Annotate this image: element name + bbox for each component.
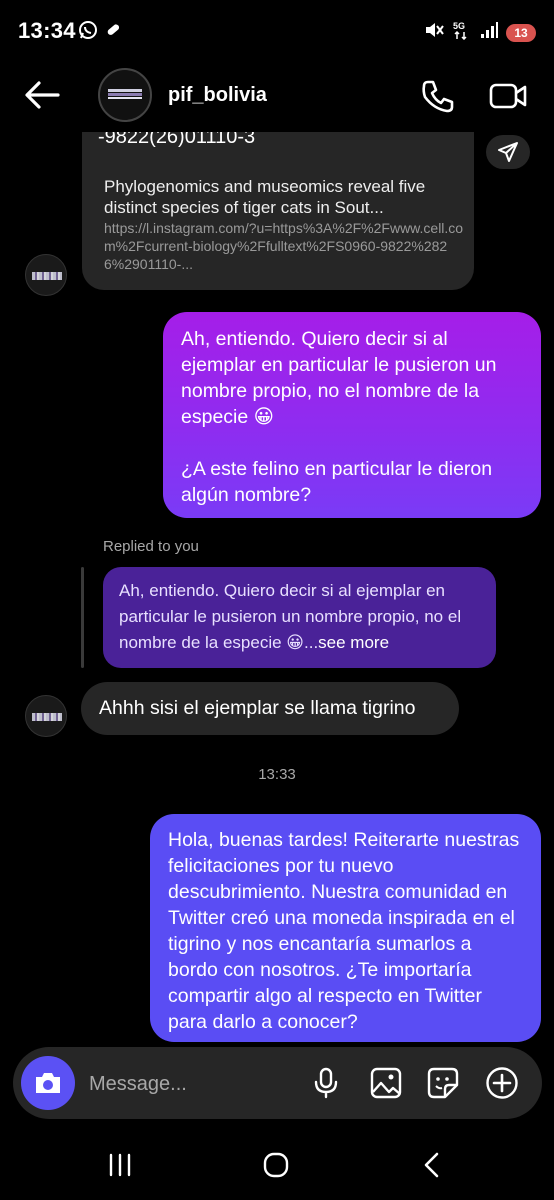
- message-text: ¿A este felino en particular le dieron a…: [181, 458, 493, 506]
- camera-icon: [36, 1073, 60, 1093]
- link-code-text: -9822(26)01110-3: [98, 132, 256, 148]
- recent-apps-button[interactable]: [100, 1148, 140, 1182]
- profile-picture: [108, 89, 142, 99]
- reply-indicator-bar: [81, 567, 84, 668]
- avatar[interactable]: [25, 695, 67, 737]
- reply-quote[interactable]: Ah, entiendo. Quiero decir si al ejempla…: [103, 567, 496, 668]
- chevron-left-icon: [424, 1152, 439, 1178]
- mute-icon: [424, 21, 444, 44]
- phone-icon: [422, 80, 454, 113]
- message-text: Ah, entiendo. Quiero decir si al ejempla…: [181, 328, 497, 428]
- status-time: 13:34: [18, 18, 76, 43]
- message-input[interactable]: [87, 1067, 291, 1101]
- video-call-button[interactable]: [488, 78, 528, 114]
- gallery-button[interactable]: [369, 1066, 403, 1100]
- back-arrow-icon: [25, 81, 60, 109]
- replied-label: Replied to you: [103, 538, 199, 555]
- chat-header: pif_bolivia: [0, 62, 554, 132]
- battery-indicator: 13: [506, 23, 536, 42]
- add-button[interactable]: [485, 1066, 519, 1100]
- outgoing-message[interactable]: Hola, buenas tardes! Reiterarte nuestras…: [150, 814, 541, 1042]
- timestamp: 13:33: [258, 766, 296, 783]
- add-icon: [486, 1067, 518, 1099]
- avatar-image: [32, 272, 62, 280]
- notification-icon: [104, 21, 122, 44]
- microphone-button[interactable]: [309, 1066, 343, 1100]
- see-more-link[interactable]: see more: [318, 633, 389, 652]
- link-url[interactable]: https://l.instagram.com/?u=https%3A%2F%2…: [104, 219, 464, 273]
- svg-text:5G: 5G: [453, 21, 465, 31]
- avatar-image: [32, 713, 62, 721]
- send-icon: [498, 142, 518, 162]
- system-navigation-bar: [0, 1130, 554, 1200]
- home-button[interactable]: [256, 1148, 296, 1182]
- signal-icon: [480, 21, 498, 44]
- message-thread[interactable]: -9822(26)01110-3 Phylogenomics and museo…: [0, 132, 554, 1044]
- back-button[interactable]: [22, 78, 62, 112]
- share-button[interactable]: [486, 135, 530, 169]
- home-icon: [263, 1152, 289, 1178]
- link-title: Phylogenomics and museomics reveal five …: [104, 177, 426, 217]
- sticker-button[interactable]: [426, 1066, 460, 1100]
- outgoing-message[interactable]: Ah, entiendo. Quiero decir si al ejempla…: [163, 312, 541, 518]
- shared-link-card[interactable]: -9822(26)01110-3 Phylogenomics and museo…: [82, 132, 474, 290]
- video-camera-icon: [489, 83, 527, 109]
- avatar[interactable]: [25, 254, 67, 296]
- incoming-message[interactable]: Ahhh sisi el ejemplar se llama tigrino: [81, 682, 459, 735]
- camera-button[interactable]: [21, 1056, 75, 1110]
- whatsapp-icon: [78, 20, 98, 45]
- contact-username[interactable]: pif_bolivia: [168, 84, 267, 107]
- status-bar: 13:34 5G 13: [0, 0, 554, 62]
- gallery-icon: [370, 1067, 402, 1099]
- message-composer: [13, 1047, 542, 1119]
- nav-back-button[interactable]: [412, 1148, 452, 1182]
- 5g-icon: 5G: [452, 20, 472, 45]
- microphone-icon: [314, 1067, 338, 1099]
- voice-call-button[interactable]: [420, 78, 456, 114]
- sticker-icon: [427, 1067, 459, 1099]
- status-left-icons: [78, 20, 122, 45]
- recent-apps-icon: [109, 1153, 131, 1177]
- avatar[interactable]: [98, 68, 152, 122]
- status-right-icons: 5G 13: [424, 20, 536, 45]
- quote-text: Ah, entiendo. Quiero decir si al ejempla…: [119, 581, 462, 652]
